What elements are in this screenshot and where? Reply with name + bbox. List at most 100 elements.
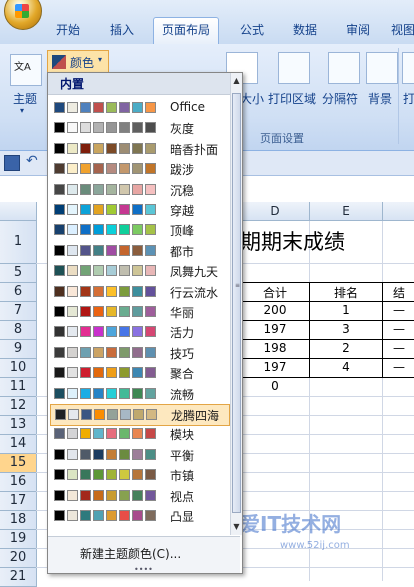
row-header[interactable]: 14	[0, 435, 37, 454]
color-swatch	[120, 409, 131, 420]
tab-review[interactable]: 审阅	[336, 18, 380, 42]
color-swatch	[119, 224, 130, 236]
theme-name-label: 华丽	[170, 306, 195, 320]
color-swatch	[119, 489, 130, 501]
background-button[interactable]: 背景	[368, 90, 392, 107]
row-header[interactable]: 11	[0, 378, 37, 397]
table-header-cell[interactable]: 结	[384, 284, 414, 301]
table-cell[interactable]: 197	[242, 360, 308, 374]
table-cell[interactable]: —	[384, 341, 414, 355]
row-header[interactable]: 17	[0, 492, 37, 511]
print-area-button[interactable]: 打印区域	[268, 90, 316, 107]
tab-insert[interactable]: 插入	[100, 18, 144, 42]
row-header-selected[interactable]: 15	[0, 454, 37, 473]
color-swatch	[119, 102, 130, 113]
row-header[interactable]: 5	[0, 264, 37, 283]
table-header-cell[interactable]: 排名	[311, 284, 381, 301]
print-titles-button[interactable]: 打	[403, 90, 414, 107]
theme-color-item[interactable]: 视点	[50, 486, 228, 506]
theme-color-item[interactable]: 龙腾四海	[50, 404, 230, 426]
row-header[interactable]: 9	[0, 340, 37, 359]
theme-color-item[interactable]: 平衡	[50, 445, 228, 465]
scroll-up-icon[interactable]: ▲	[231, 73, 242, 89]
row-header[interactable]: 1	[0, 221, 37, 264]
theme-color-item[interactable]: 跋涉	[50, 159, 228, 179]
table-cell[interactable]: 197	[242, 322, 308, 336]
tab-formulas[interactable]: 公式	[230, 18, 274, 42]
undo-icon[interactable]: ↶	[26, 153, 38, 169]
table-cell[interactable]: 0	[242, 379, 308, 393]
resize-grip-icon[interactable]: ••••	[134, 565, 153, 574]
theme-color-item[interactable]: 模块	[50, 424, 228, 444]
theme-color-item[interactable]: Office	[50, 98, 228, 118]
color-swatch	[93, 367, 104, 379]
color-swatch	[55, 409, 66, 420]
table-cell[interactable]: 1	[311, 303, 381, 317]
theme-color-item[interactable]: 技巧	[50, 343, 228, 363]
theme-color-item[interactable]: 流畅	[50, 384, 228, 404]
theme-color-item[interactable]: 凤舞九天	[50, 261, 228, 281]
new-theme-colors-button[interactable]: 新建主题颜色(C)...	[80, 545, 181, 562]
select-all-corner[interactable]	[0, 202, 37, 221]
color-swatch	[93, 122, 104, 134]
color-swatch	[132, 122, 143, 134]
theme-color-item[interactable]: 暗香扑面	[50, 139, 228, 159]
colors-button[interactable]: 颜色 ▾	[47, 50, 109, 74]
table-cell[interactable]: —	[384, 303, 414, 317]
theme-name-label: 都市	[170, 244, 195, 259]
color-swatch	[93, 489, 104, 501]
theme-color-item[interactable]: 活力	[50, 322, 228, 342]
table-cell[interactable]: 4	[311, 360, 381, 374]
row-header[interactable]: 7	[0, 302, 37, 321]
save-icon[interactable]	[4, 155, 20, 171]
row-header[interactable]: 20	[0, 549, 37, 568]
breaks-button[interactable]: 分隔符	[322, 90, 358, 107]
table-cell[interactable]: —	[384, 360, 414, 374]
table-cell[interactable]: 2	[311, 341, 381, 355]
row-header[interactable]: 6	[0, 283, 37, 302]
color-swatch	[106, 448, 117, 460]
color-swatch	[67, 285, 78, 297]
row-header[interactable]: 10	[0, 359, 37, 378]
row-header[interactable]: 18	[0, 511, 37, 530]
scroll-down-icon[interactable]: ▼	[231, 519, 242, 535]
table-cell[interactable]: 198	[242, 341, 308, 355]
column-header-d[interactable]: D	[241, 202, 310, 221]
scroll-thumb[interactable]: ≡	[232, 93, 241, 513]
color-swatch	[93, 183, 104, 195]
theme-name-label: 跋涉	[170, 163, 195, 178]
theme-color-item[interactable]: 华丽	[50, 302, 228, 322]
row-header[interactable]: 13	[0, 416, 37, 435]
table-cell[interactable]: —	[384, 322, 414, 336]
column-header-f[interactable]	[383, 202, 414, 221]
color-swatch	[107, 409, 118, 420]
office-button[interactable]	[4, 0, 42, 30]
tab-page-layout[interactable]: 页面布局	[153, 17, 219, 45]
row-header[interactable]: 16	[0, 473, 37, 492]
dropdown-scrollbar[interactable]: ▲ ≡ ▼	[230, 73, 242, 535]
theme-color-item[interactable]: 凸显	[50, 506, 228, 526]
row-header[interactable]: 8	[0, 321, 37, 340]
color-swatch	[80, 489, 91, 501]
theme-color-item[interactable]: 灰度	[50, 118, 228, 138]
tab-data[interactable]: 数据	[283, 18, 327, 42]
size-button[interactable]: 大小	[240, 90, 264, 107]
row-header[interactable]: 12	[0, 397, 37, 416]
tab-view[interactable]: 视图	[388, 18, 414, 42]
themes-button[interactable]: 主题	[6, 90, 44, 107]
column-header-e[interactable]: E	[310, 202, 383, 221]
table-header-cell[interactable]: 合计	[242, 284, 308, 301]
color-swatch	[67, 489, 78, 501]
tab-home[interactable]: 开始	[46, 18, 90, 42]
table-cell[interactable]: 3	[311, 322, 381, 336]
theme-color-item[interactable]: 沉稳	[50, 180, 228, 200]
theme-color-item[interactable]: 市镇	[50, 465, 228, 485]
theme-color-item[interactable]: 聚合	[50, 363, 228, 383]
color-swatch	[67, 387, 78, 399]
theme-color-item[interactable]: 顶峰	[50, 220, 228, 240]
theme-color-item[interactable]: 穿越	[50, 200, 228, 220]
theme-color-item[interactable]: 行云流水	[50, 282, 228, 302]
theme-color-item[interactable]: 都市	[50, 241, 228, 261]
row-header[interactable]: 19	[0, 530, 37, 549]
table-cell[interactable]: 200	[242, 303, 308, 317]
